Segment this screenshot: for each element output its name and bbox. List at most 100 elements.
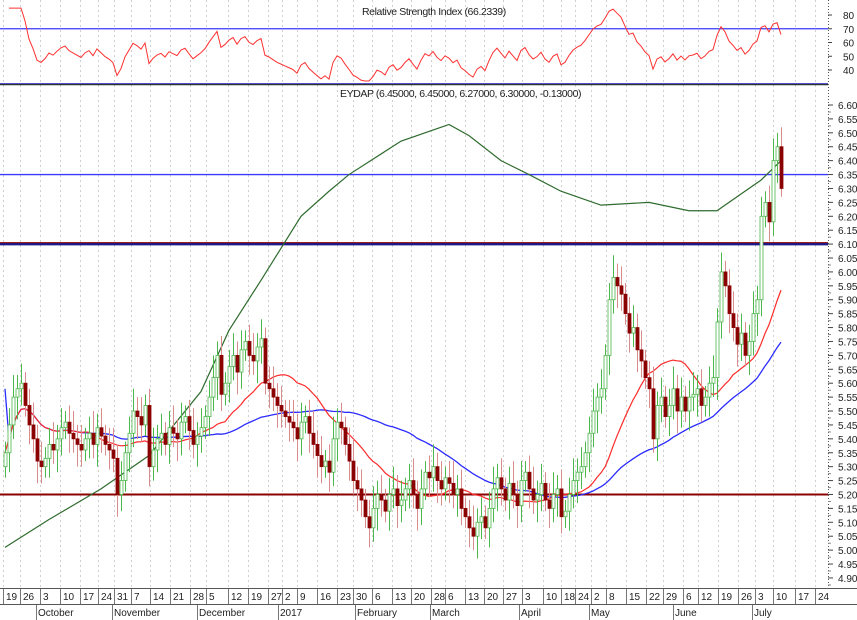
candle (31, 402, 36, 453)
y-tick-label: 5.05 (838, 532, 857, 543)
rsi-tick-label: 60 (843, 39, 855, 50)
x-tick-label: 17 (83, 592, 95, 603)
candle (271, 366, 276, 412)
candle (315, 430, 320, 478)
candle (399, 480, 404, 523)
y-tick-label: 5.50 (838, 407, 857, 418)
y-tick-label: 6.25 (838, 198, 857, 209)
candle-body (339, 421, 344, 429)
candle (287, 399, 292, 442)
candle (139, 397, 144, 442)
candle-body (151, 449, 156, 468)
x-tick-label: 3 (43, 592, 49, 603)
candle-body (515, 494, 520, 507)
stock-chart: Relative Strength Index (66.2339) EYDAP … (0, 0, 857, 620)
candle (531, 466, 536, 514)
candle (471, 505, 476, 551)
y-tick-label: 5.20 (838, 490, 857, 501)
candle-body (387, 494, 392, 512)
candle-body (443, 477, 448, 490)
x-tick-label: 6 (686, 592, 692, 603)
x-tick-label: 24 (818, 592, 830, 603)
candle-body (463, 507, 468, 518)
x-tick-label: 6 (375, 592, 381, 603)
month-label: February (357, 608, 397, 619)
y-tick-label: 6.45 (838, 143, 857, 154)
candle-body (743, 332, 748, 356)
candle (487, 491, 492, 548)
candle-body (127, 432, 132, 454)
candle-body (623, 293, 628, 315)
candle-body (671, 388, 676, 406)
candle (159, 413, 164, 456)
candle-body (271, 388, 276, 398)
candle-body (239, 349, 244, 373)
rsi-tick-label: 40 (843, 66, 855, 77)
candle-body (371, 507, 376, 529)
candle (623, 283, 628, 325)
x-tick-label: 16 (320, 592, 332, 603)
month-label: 2017 (280, 608, 303, 619)
candle-body (715, 321, 720, 379)
candle (215, 341, 220, 400)
x-tick-label: 3 (525, 592, 531, 603)
candle-body (663, 396, 668, 417)
candle (583, 441, 588, 478)
candle-body (495, 477, 500, 490)
candle (659, 377, 664, 423)
candle (251, 333, 256, 375)
candle (395, 475, 400, 528)
candle-body (311, 432, 316, 445)
candle-body (659, 396, 664, 406)
y-tick-label: 6.00 (838, 268, 857, 279)
candle (63, 411, 68, 439)
y-tick-label: 4.95 (838, 560, 857, 571)
candle (567, 477, 572, 531)
candle-body (27, 405, 32, 426)
candle-body (55, 438, 60, 451)
candle-body (759, 215, 764, 301)
candle (611, 255, 616, 314)
candle-body (331, 438, 336, 473)
candle (135, 397, 140, 439)
candle (87, 416, 92, 459)
candle (491, 466, 496, 523)
candle (479, 497, 484, 539)
candle-body (755, 299, 760, 315)
candle (91, 411, 96, 459)
y-tick-label: 6.20 (838, 212, 857, 223)
candle-body (511, 482, 516, 495)
y-tick-label: 4.90 (838, 574, 857, 585)
y-tick-label: 6.40 (838, 157, 857, 168)
candle-body (683, 396, 688, 412)
candle-body (187, 416, 192, 431)
candle (51, 422, 56, 464)
candle-body (579, 466, 584, 473)
x-tick-label: 2 (285, 592, 291, 603)
candle-body (619, 285, 624, 295)
candle-body (583, 452, 588, 468)
x-tick-label: 5 (209, 592, 215, 603)
candle (303, 405, 308, 434)
candle (523, 461, 528, 492)
y-tick-label: 6.55 (838, 115, 857, 126)
candle (559, 469, 564, 534)
candle (163, 422, 168, 456)
x-tick-label: 28 (193, 592, 205, 603)
candle (367, 500, 372, 548)
candle-body (111, 449, 116, 459)
candle-body (635, 327, 640, 351)
x-tick-label: 17 (798, 592, 810, 603)
candle (463, 497, 468, 528)
candle-body (351, 460, 356, 481)
candle-body (307, 416, 312, 434)
candle (455, 475, 460, 517)
y-tick-label: 5.35 (838, 449, 857, 460)
candle-body (171, 427, 176, 434)
candle-body (219, 354, 224, 395)
x-tick-label: 10 (546, 592, 558, 603)
x-tick-label: 12 (701, 592, 713, 603)
candle-body (527, 471, 532, 490)
candle-body (451, 482, 456, 495)
candle (211, 355, 216, 412)
